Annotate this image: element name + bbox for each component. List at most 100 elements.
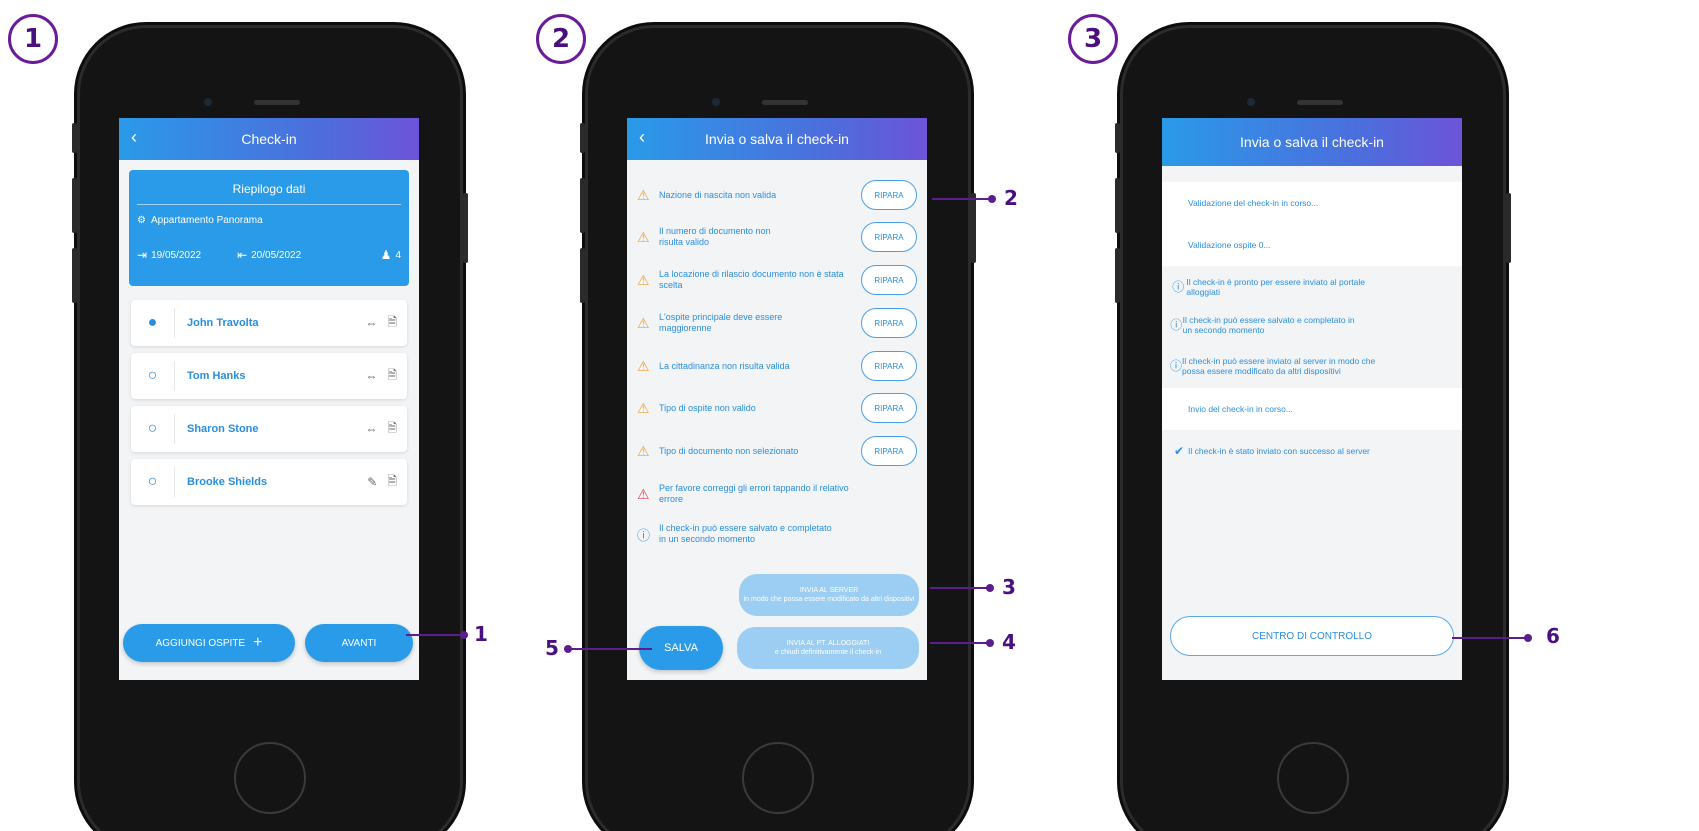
error-text: Nazione di nascita non valida — [659, 189, 777, 200]
page-title: Check-in — [241, 131, 297, 147]
info-icon: ⓘ — [637, 527, 651, 543]
guest-row[interactable]: ● John Travolta ⇔ 🗎 — [131, 300, 407, 346]
status-row: Validazione del check-in in corso... — [1162, 182, 1462, 224]
document-icon[interactable]: 🗎 — [387, 472, 397, 493]
dates-row: ⇥ 19/05/2022 ⇤ 20/05/2022 ♟ 4 — [137, 248, 401, 262]
error-row[interactable]: ⚠ Tipo di documento non selezionato RIPA… — [627, 436, 927, 466]
status-row: ⓘ Il check-in può essere inviato al serv… — [1162, 346, 1462, 386]
status-text: Il check-in può essere inviato al server… — [1182, 356, 1376, 376]
checkin-date: 19/05/2022 — [151, 249, 202, 261]
send-server-title: INVIA AL SERVER — [799, 587, 859, 594]
user-outline-icon: ○ — [131, 361, 175, 391]
info-icon: ⓘ — [1172, 280, 1185, 294]
document-icon[interactable]: 🗎 — [387, 366, 397, 387]
step-badge-3: 3 — [1068, 14, 1118, 64]
phone-frame-1: ‹ Check-in Riepilogo dati ⚙ Appartamento… — [72, 28, 468, 831]
status-text: Invio del check-in in corso... — [1188, 404, 1293, 414]
error-row[interactable]: ⚠ Tipo di ospite non valido RIPARA — [627, 393, 927, 423]
summary-card: Riepilogo dati ⚙ Appartamento Panorama ⇥… — [129, 170, 409, 286]
volume-up-button — [1115, 178, 1120, 233]
fix-button[interactable]: RIPARA — [861, 265, 917, 295]
info-icon: ⓘ — [1170, 359, 1183, 373]
next-label: AVANTI — [341, 637, 377, 649]
next-button[interactable]: AVANTI — [305, 624, 413, 662]
app-bar: ‹ Invia o salva il check-in — [627, 118, 927, 160]
guest-name: John Travolta — [187, 317, 259, 329]
error-text: La cittadinanza non risulta valida — [659, 360, 790, 371]
control-center-label: CENTRO DI CONTROLLO — [1251, 630, 1372, 642]
guest-count: 4 — [395, 249, 401, 261]
power-button — [1506, 193, 1511, 263]
error-text: Tipo di documento non selezionato — [659, 445, 799, 456]
status-text: Validazione ospite 0... — [1188, 240, 1271, 250]
app-bar: ‹ Check-in — [119, 118, 419, 160]
back-arrow-icon[interactable]: ‹ — [639, 128, 645, 146]
callout-line-6 — [1452, 637, 1528, 639]
mute-switch — [72, 123, 77, 153]
fix-button[interactable]: RIPARA — [861, 308, 917, 338]
warning-icon: ⚠ — [637, 314, 650, 331]
volume-up-button — [72, 178, 77, 233]
fix-button[interactable]: RIPARA — [861, 351, 917, 381]
apartment-name: Appartamento Panorama — [150, 215, 263, 226]
front-camera — [712, 98, 720, 106]
send-to-portal-button[interactable]: INVIA AL PT. ALLOGGIATI e chiudi definit… — [737, 627, 919, 669]
error-row[interactable]: ⚠ Il numero di documento non risulta val… — [627, 222, 927, 252]
error-row[interactable]: ⚠ L'ospite principale deve essere maggio… — [627, 308, 927, 338]
fix-errors-message: ⚠ Per favore correggi gli errori tappand… — [627, 480, 927, 508]
fix-button[interactable]: RIPARA — [861, 180, 917, 210]
callout-dot-6 — [1524, 634, 1532, 642]
callout-dot-1 — [460, 631, 468, 639]
screen-send-result: Invia o salva il check-in Validazione de… — [1162, 118, 1462, 680]
step-badge-2: 2 — [536, 14, 586, 64]
guest-name: Tom Hanks — [187, 370, 246, 382]
speaker-grille — [1297, 100, 1343, 105]
link-icon[interactable]: ⇔ — [365, 422, 377, 436]
callout-number-4: 4 — [1002, 630, 1016, 654]
send-portal-subtitle: e chiudi definitivamente il check-in — [774, 649, 882, 656]
callout-dot-2 — [988, 195, 996, 203]
callout-number-1: 1 — [474, 622, 488, 646]
warning-icon: ⚠ — [637, 442, 650, 459]
step-badge-1: 1 — [8, 14, 58, 64]
error-row[interactable]: ⚠ La locazione di rilascio documento non… — [627, 265, 927, 295]
error-row[interactable]: ⚠ La cittadinanza non risulta valida RIP… — [627, 351, 927, 381]
power-button — [463, 193, 468, 263]
front-camera — [1247, 98, 1255, 106]
apartment-row: ⚙ Appartamento Panorama — [137, 215, 401, 226]
user-outline-icon: ○ — [131, 414, 175, 444]
page-title: Invia o salva il check-in — [1240, 134, 1384, 150]
mute-switch — [580, 123, 585, 153]
screen-send-or-save: ‹ Invia o salva il check-in ⚠ Nazione di… — [627, 118, 927, 680]
phone-frame-2: ‹ Invia o salva il check-in ⚠ Nazione di… — [580, 28, 976, 831]
guests-icon: ♟ — [380, 248, 392, 262]
send-to-server-button[interactable]: INVIA AL SERVER in modo che possa essere… — [739, 574, 919, 616]
callout-number-2: 2 — [1004, 186, 1018, 210]
guest-row[interactable]: ○ Tom Hanks ⇔ 🗎 — [131, 353, 407, 399]
guest-row[interactable]: ○ Brooke Shields ✎ 🗎 — [131, 459, 407, 505]
home-button — [742, 742, 814, 814]
callout-line-4 — [930, 642, 990, 644]
control-center-button[interactable]: CENTRO DI CONTROLLO — [1170, 616, 1454, 656]
fix-button[interactable]: RIPARA — [861, 222, 917, 252]
warning-icon: ⚠ — [637, 228, 650, 245]
edit-icon[interactable]: ✎ — [367, 475, 377, 489]
warning-icon: ⚠ — [637, 186, 650, 203]
volume-down-button — [580, 248, 585, 303]
page-title: Invia o salva il check-in — [705, 131, 849, 147]
fix-button[interactable]: RIPARA — [861, 436, 917, 466]
error-row[interactable]: ⚠ Nazione di nascita non valida RIPARA — [627, 180, 927, 210]
fix-button[interactable]: RIPARA — [861, 393, 917, 423]
guest-row[interactable]: ○ Sharon Stone ⇔ 🗎 — [131, 406, 407, 452]
building-icon: ⚙ — [137, 215, 146, 226]
check-circle-icon: ✔ — [1173, 444, 1185, 458]
app-bar: Invia o salva il check-in — [1162, 118, 1462, 166]
document-icon[interactable]: 🗎 — [387, 313, 397, 334]
document-icon[interactable]: 🗎 — [387, 419, 397, 440]
link-icon[interactable]: ⇔ — [365, 369, 377, 383]
back-arrow-icon[interactable]: ‹ — [131, 128, 137, 146]
add-guest-button[interactable]: AGGIUNGI OSPITE + — [123, 624, 295, 662]
guest-name: Brooke Shields — [187, 476, 268, 488]
save-label: SALVA — [664, 642, 698, 654]
link-icon[interactable]: ⇔ — [365, 316, 377, 330]
